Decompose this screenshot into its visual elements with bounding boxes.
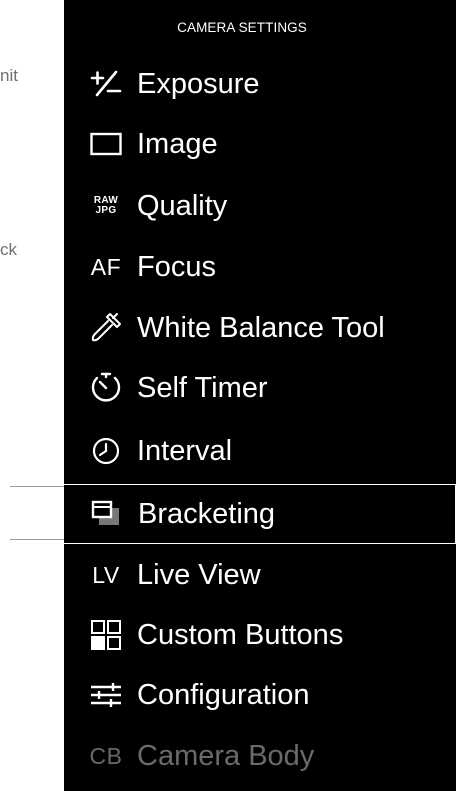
menu-item-label: Configuration (137, 678, 310, 711)
menu-item-label: Custom Buttons (137, 618, 344, 651)
image-frame-icon (78, 124, 134, 164)
menu-item-image[interactable]: Image (64, 114, 456, 174)
menu-item-camera-body[interactable]: CB Camera Body (64, 726, 456, 786)
plus-minus-icon (78, 64, 134, 104)
eyedropper-icon (78, 308, 134, 348)
sliders-icon (78, 675, 134, 715)
menu-item-live-view[interactable]: LV Live View (64, 545, 456, 605)
menu-item-white-balance-tool[interactable]: White Balance Tool (64, 298, 456, 358)
menu-item-label: Image (137, 127, 218, 160)
menu-item-interval[interactable]: Interval (64, 421, 456, 481)
menu-item-label: Live View (137, 558, 261, 591)
cb-icon: CB (89, 742, 123, 769)
self-timer-icon (78, 368, 134, 408)
menu-item-label: Camera Body (137, 739, 315, 772)
menu-item-bracketing[interactable]: Bracketing (9, 484, 456, 544)
menu-item-custom-buttons[interactable]: Custom Buttons (64, 605, 456, 665)
lv-icon: LV (92, 561, 120, 588)
menu-item-exposure[interactable]: Exposure (64, 54, 456, 114)
background-label-back: ck (0, 240, 17, 259)
bracketing-icon (79, 494, 135, 534)
menu-item-quality[interactable]: RAW JPG Quality (64, 176, 456, 236)
camera-settings-panel: CAMERA SETTINGS Exposure Image RAW JPG Q… (9, 0, 456, 791)
menu-item-label: Exposure (137, 67, 260, 100)
af-icon: AF (90, 253, 122, 280)
raw-jpg-icon: RAW JPG (78, 186, 134, 226)
jpg-text: JPG (95, 205, 117, 216)
clock-icon (78, 431, 134, 471)
menu-item-label: Self Timer (137, 371, 268, 404)
background-label-unit: nit (0, 66, 18, 85)
menu-item-label: Quality (137, 189, 228, 222)
menu-item-label: Bracketing (138, 497, 276, 530)
menu-item-configuration[interactable]: Configuration (64, 665, 456, 725)
custom-buttons-grid-icon (78, 615, 134, 655)
panel-title: CAMERA SETTINGS (177, 20, 307, 35)
menu-item-label: White Balance Tool (137, 311, 385, 344)
menu-item-label: Interval (137, 434, 233, 467)
menu-item-focus[interactable]: AF Focus (64, 237, 456, 297)
menu-item-label: Focus (137, 250, 216, 283)
menu-item-self-timer[interactable]: Self Timer (64, 358, 456, 418)
